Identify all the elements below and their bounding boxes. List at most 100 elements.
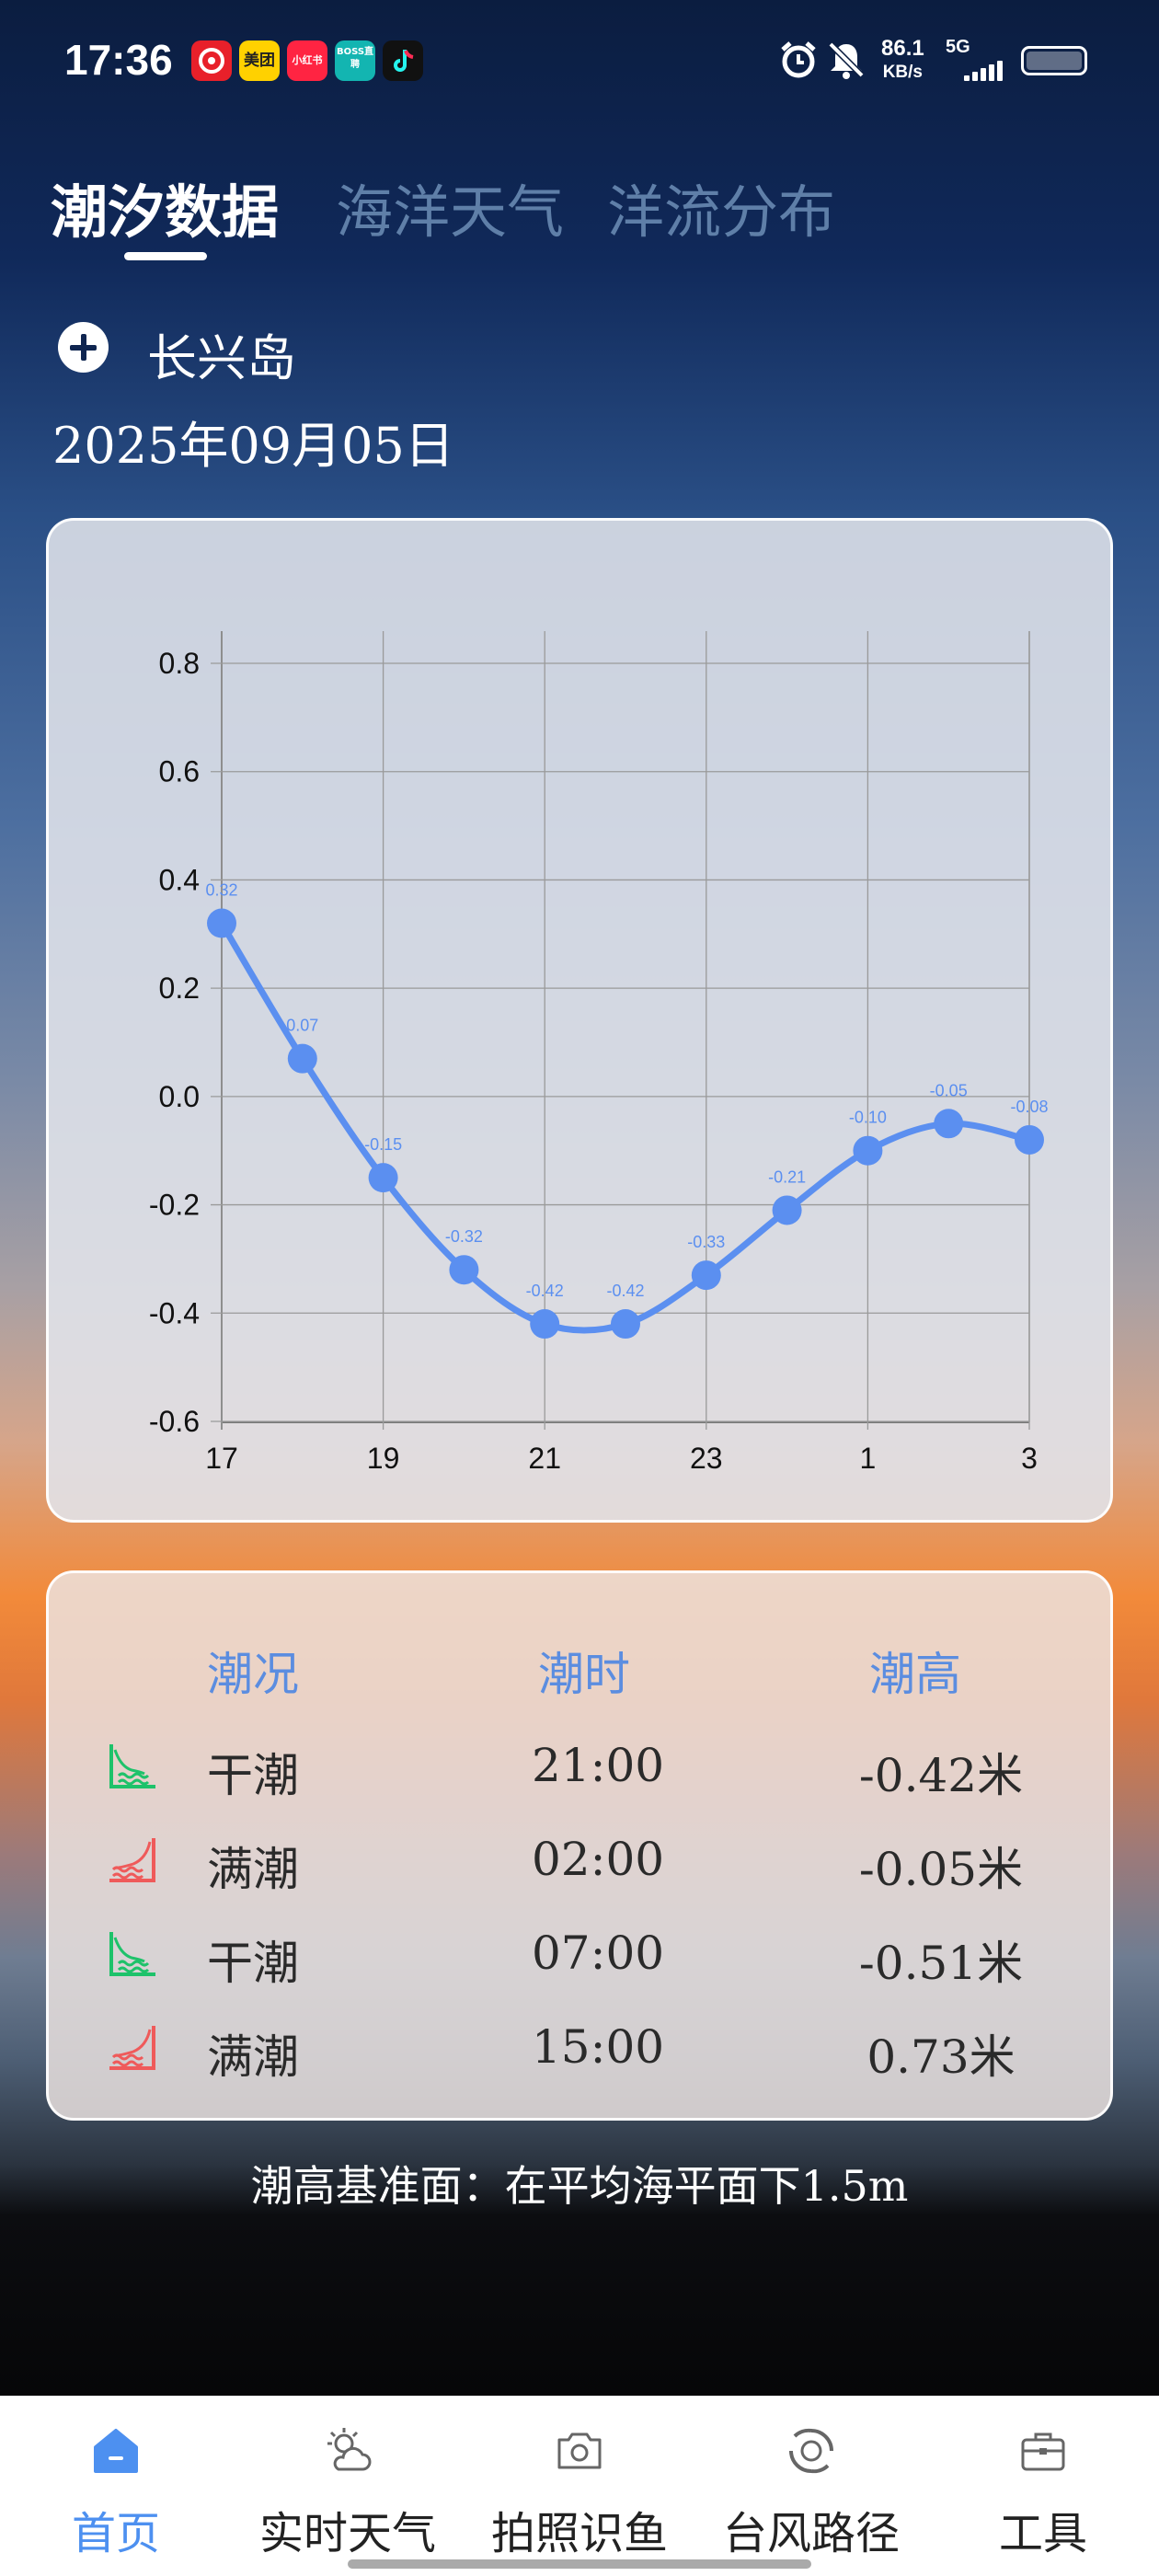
- data-point: [530, 1309, 560, 1340]
- xiaohongshu-icon: 小红书: [287, 40, 327, 81]
- nav-typhoon[interactable]: 台风路径: [695, 2396, 927, 2576]
- date-label[interactable]: 2025年09月05日: [52, 405, 454, 477]
- data-label: -0.05: [930, 1081, 968, 1099]
- nav-tools[interactable]: 工具: [927, 2396, 1159, 2576]
- data-label: -0.33: [687, 1233, 725, 1251]
- add-location-icon[interactable]: [58, 322, 109, 373]
- location-name[interactable]: 长兴岛: [147, 317, 296, 390]
- network-speed: 86.1 KB/s: [881, 37, 924, 85]
- tab-tide-data[interactable]: 潮汐数据: [51, 166, 279, 248]
- bottom-nav: 首页 实时天气 拍照识鱼 台风路径 工具: [0, 2396, 1159, 2576]
- data-point: [934, 1109, 964, 1139]
- typhoon-icon: [789, 2428, 833, 2474]
- data-label: -0.42: [606, 1282, 644, 1300]
- tide-type: 干潮: [207, 1937, 299, 1990]
- data-point: [207, 908, 236, 938]
- nav-weather[interactable]: 实时天气: [232, 2396, 464, 2576]
- tide-chart: 0.8 0.6 0.4 0.2 0.0 -0.2 -0.4 -0.617 19 21 23 1 3 0.3…: [149, 631, 1049, 1475]
- data-point: [611, 1309, 640, 1340]
- home-indicator[interactable]: [348, 2559, 811, 2569]
- low-tide-icon: [109, 1932, 155, 1976]
- data-label: 0.07: [286, 1017, 318, 1035]
- net-speed-value: 86.1: [881, 36, 924, 61]
- header-tide-time: 潮时: [538, 1648, 630, 1701]
- y-tick-label: 0.8: [159, 647, 200, 680]
- y-tick-label: -0.6: [149, 1405, 200, 1438]
- data-point: [691, 1260, 721, 1291]
- tide-time: 02:00: [532, 1833, 665, 1886]
- data-point: [287, 1043, 317, 1074]
- header-tide-type: 潮况: [207, 1648, 299, 1701]
- network-type: 5G: [946, 37, 970, 57]
- high-tide-icon: [109, 1838, 155, 1882]
- data-point: [1015, 1124, 1044, 1155]
- y-tick-label: 0.4: [159, 863, 200, 896]
- toolbox-icon: [1021, 2432, 1065, 2471]
- tide-height: 0.73米: [866, 2030, 1016, 2084]
- data-label: -0.32: [445, 1227, 483, 1246]
- tide-time: 21:00: [532, 1739, 665, 1792]
- tide-line: [218, 920, 1033, 1334]
- netease-music-icon: [191, 40, 232, 81]
- x-tick-label: 19: [367, 1442, 400, 1475]
- data-label: 0.32: [205, 881, 237, 900]
- data-label: -0.21: [768, 1167, 806, 1186]
- data-label: -0.10: [849, 1109, 887, 1127]
- nav-fish-id[interactable]: 拍照识鱼: [464, 2396, 695, 2576]
- data-point: [449, 1255, 479, 1285]
- tide-height: -0.05米: [858, 1843, 1024, 1896]
- nav-label-fish-id: 拍照识鱼: [490, 2508, 668, 2559]
- data-point: [368, 1163, 398, 1193]
- data-label: -0.15: [364, 1135, 402, 1154]
- signal-icon: [964, 61, 1004, 81]
- tide-type: 满潮: [207, 1843, 299, 1896]
- tide-time: 15:00: [532, 2020, 665, 2074]
- tide-table-card: 潮况 潮时 潮高 干潮 21:00 -0.42米 满潮 02:00 -0.05米: [46, 1570, 1113, 2121]
- low-tide-icon: [109, 1744, 155, 1788]
- header-tide-height: 潮高: [869, 1648, 961, 1701]
- tide-chart-card: 0.8 0.6 0.4 0.2 0.0 -0.2 -0.4 -0.6 17 19 21 23 1 3 0.3…: [46, 518, 1113, 1523]
- home-icon: [94, 2429, 138, 2473]
- clock: 17:36: [64, 36, 173, 84]
- tide-table-row: 满潮 02:00 -0.05米: [49, 1814, 1116, 1906]
- nav-home[interactable]: 首页: [0, 2396, 232, 2576]
- data-point: [853, 1135, 883, 1166]
- douyin-icon: [383, 40, 423, 81]
- high-tide-icon: [109, 2026, 155, 2070]
- y-tick-label: -0.2: [149, 1189, 200, 1222]
- x-tick-label: 1: [860, 1442, 877, 1475]
- tide-table-row: 满潮 15:00 0.73米: [49, 2002, 1116, 2094]
- x-tick-label: 21: [528, 1442, 561, 1475]
- y-tick-label: 0.6: [159, 755, 200, 788]
- meituan-icon: 美团: [239, 40, 280, 81]
- net-speed-unit: KB/s: [882, 63, 923, 82]
- y-tick-label: 0.2: [159, 972, 200, 1005]
- battery-icon: [1021, 46, 1087, 75]
- active-tab-indicator: [124, 252, 207, 260]
- tab-ocean-weather[interactable]: 海洋天气: [336, 166, 564, 248]
- y-tick-label: 0.0: [159, 1080, 200, 1113]
- tide-height: -0.51米: [858, 1937, 1024, 1990]
- boss-zhipin-icon: BOSS直聘: [335, 40, 375, 81]
- tab-ocean-current[interactable]: 洋流分布: [607, 166, 835, 248]
- tide-height: -0.42米: [858, 1749, 1024, 1802]
- y-tick-label: -0.4: [149, 1296, 200, 1329]
- tide-table-row: 干潮 21:00 -0.42米: [49, 1720, 1116, 1812]
- tide-table-row: 干潮 07:00 -0.51米: [49, 1908, 1116, 2000]
- camera-icon: [557, 2432, 602, 2469]
- nav-label-typhoon: 台风路径: [722, 2508, 900, 2559]
- weather-icon: [327, 2428, 372, 2471]
- data-label: -0.42: [526, 1282, 564, 1300]
- x-tick-label: 3: [1021, 1442, 1038, 1475]
- datum-note: 潮高基准面：在平均海平面下1.5m: [250, 2161, 909, 2211]
- data-point: [772, 1195, 802, 1225]
- signal-indicator: 5G: [946, 37, 1003, 81]
- x-tick-label: 23: [690, 1442, 723, 1475]
- data-label: -0.08: [1010, 1098, 1048, 1116]
- status-bar: 17:36 美团 小红书 BOSS直聘 86.1 KB/s 5G: [0, 0, 1159, 120]
- nav-label-weather: 实时天气: [258, 2508, 436, 2559]
- alarm-icon: [781, 41, 816, 78]
- nav-label-home: 首页: [71, 2508, 160, 2559]
- x-tick-label: 17: [205, 1442, 238, 1475]
- mute-icon: [828, 41, 865, 79]
